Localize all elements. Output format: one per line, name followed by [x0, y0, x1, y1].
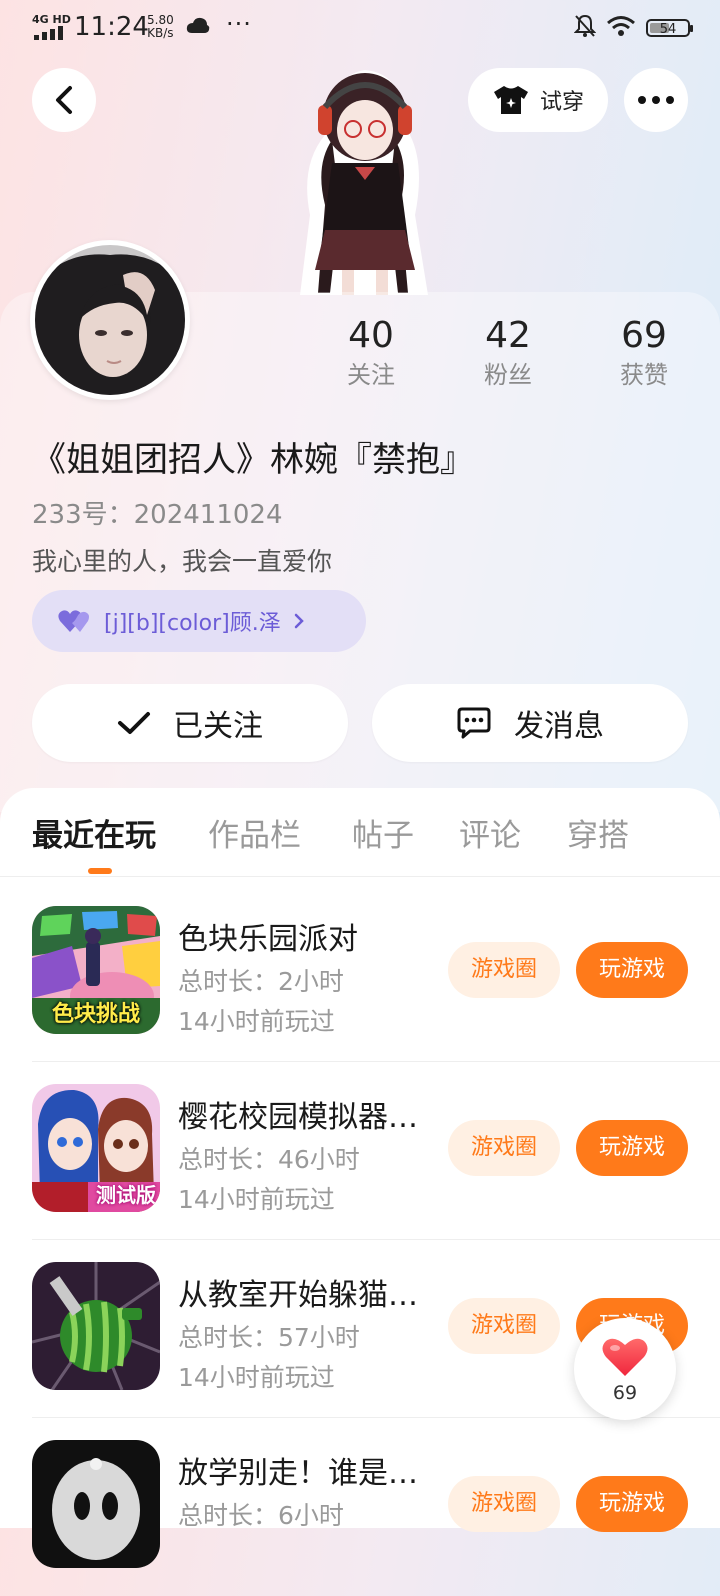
like-count: 69 [612, 1382, 638, 1404]
followers-label: 粉丝 [484, 361, 532, 389]
play-game-button[interactable]: 玩游戏 [576, 942, 688, 998]
tshirt-icon [493, 86, 528, 114]
game-total-duration: 总时长：46小时 [178, 1145, 360, 1174]
game-icon-caption: 测试版 [96, 1183, 156, 1207]
nickname: 《姐姐团招人》林婉『禁抱』 [32, 440, 474, 480]
play-game-button[interactable]: 玩游戏 [576, 1476, 688, 1532]
active-tab-indicator [88, 868, 112, 874]
speed-unit: KB/s [147, 26, 174, 40]
tab-outfits[interactable]: 穿搭 [567, 810, 629, 855]
likes-count: 69 [621, 315, 667, 356]
play-game-button[interactable]: 玩游戏 [576, 1120, 688, 1176]
try-on-label: 试穿 [539, 90, 584, 115]
game-total-duration: 总时长：2小时 [178, 967, 344, 996]
avatar-photo [35, 245, 185, 395]
signal-icon [34, 26, 64, 40]
game-icon[interactable]: 测试版 [32, 1084, 160, 1212]
battery-icon: 54 [646, 19, 693, 37]
tab-posts[interactable]: 帖子 [352, 810, 414, 855]
game-total-duration: 总时长：57小时 [178, 1323, 360, 1352]
followers-count: 42 [485, 315, 531, 356]
checkmark-icon [118, 712, 150, 734]
followed-label: 已关注 [173, 709, 263, 744]
followed-button[interactable]: 已关注 [32, 684, 348, 762]
profile-tabs: 最近在玩 作品栏 帖子 评论 穿搭 [0, 788, 720, 877]
game-row[interactable]: 色块挑战 色块乐园派对 总时长：2小时 14小时前玩过 游戏圈 玩游戏 [0, 886, 720, 1062]
bio: 我心里的人，我会一直爱你 [32, 547, 333, 576]
network-type: 4G HD [32, 13, 71, 26]
game-last-played: 14小时前玩过 [178, 1007, 335, 1036]
cp-tag-label: [j][b][color]顾.泽 [104, 611, 281, 636]
game-row[interactable]: 放学别走！谁是… 总时长：6小时 游戏圈 玩游戏 [0, 1420, 720, 1596]
game-name: 樱花校园模拟器… [178, 1100, 418, 1135]
more-notifications-icon: ··· [226, 10, 252, 38]
mute-bell-icon [573, 14, 597, 42]
tab-works[interactable]: 作品栏 [208, 810, 301, 855]
game-icon[interactable] [32, 1262, 160, 1390]
game-icon-caption: 色块挑战 [51, 1002, 140, 1027]
game-name: 放学别走！谁是… [178, 1456, 418, 1491]
game-last-played: 14小时前玩过 [178, 1363, 335, 1392]
avatar-character-image [270, 55, 450, 295]
send-message-button[interactable]: 发消息 [372, 684, 688, 762]
chevron-right-icon [294, 613, 304, 629]
game-icon[interactable] [32, 1440, 160, 1568]
heart-icon [602, 1338, 648, 1376]
game-circle-button[interactable]: 游戏圈 [448, 942, 560, 998]
likes-label: 获赞 [620, 361, 668, 389]
clock: 11:24 [74, 12, 149, 42]
game-row[interactable]: 测试版 樱花校园模拟器… 总时长：46小时 14小时前玩过 游戏圈 玩游戏 [0, 1064, 720, 1240]
game-circle-button[interactable]: 游戏圈 [448, 1476, 560, 1532]
cloud-icon [186, 16, 210, 38]
send-message-label: 发消息 [514, 709, 604, 744]
following-count: 40 [348, 315, 394, 356]
divider [32, 1239, 720, 1240]
game-name: 从教室开始躲猫… [178, 1278, 418, 1313]
following-label: 关注 [347, 361, 395, 389]
game-icon[interactable]: 色块挑战 [32, 906, 160, 1034]
floating-like-button[interactable]: 69 [574, 1318, 676, 1420]
stat-likes[interactable]: 69 获赞 [589, 314, 699, 392]
game-total-duration: 总时长：6小时 [178, 1501, 344, 1530]
wifi-icon [606, 15, 636, 41]
game-circle-button[interactable]: 游戏圈 [448, 1298, 560, 1354]
battery-level: 54 [659, 22, 677, 37]
user-id[interactable]: 233号：202411024 [32, 494, 283, 531]
double-heart-icon [58, 610, 89, 632]
tab-recently-played[interactable]: 最近在玩 [32, 810, 156, 855]
chevron-left-icon [56, 86, 72, 114]
divider [32, 1061, 720, 1062]
stat-following[interactable]: 40 关注 [316, 314, 426, 392]
stat-followers[interactable]: 42 粉丝 [453, 314, 563, 392]
cp-relationship-tag[interactable]: [j][b][color]顾.泽 [32, 590, 366, 652]
more-options-button[interactable] [624, 68, 688, 132]
try-on-button[interactable]: 试穿 [468, 68, 608, 132]
back-button[interactable] [32, 68, 96, 132]
more-dots-icon [638, 96, 674, 104]
tab-comments[interactable]: 评论 [459, 810, 521, 855]
network-speed: 5.80 KB/s [147, 14, 174, 40]
avatar[interactable] [30, 240, 190, 400]
game-circle-button[interactable]: 游戏圈 [448, 1120, 560, 1176]
game-name: 色块乐园派对 [178, 922, 358, 957]
game-last-played: 14小时前玩过 [178, 1185, 335, 1214]
status-bar: 4G HD 11:24 5.80 KB/s ··· 54 [0, 0, 720, 56]
chat-bubble-icon [457, 707, 491, 739]
